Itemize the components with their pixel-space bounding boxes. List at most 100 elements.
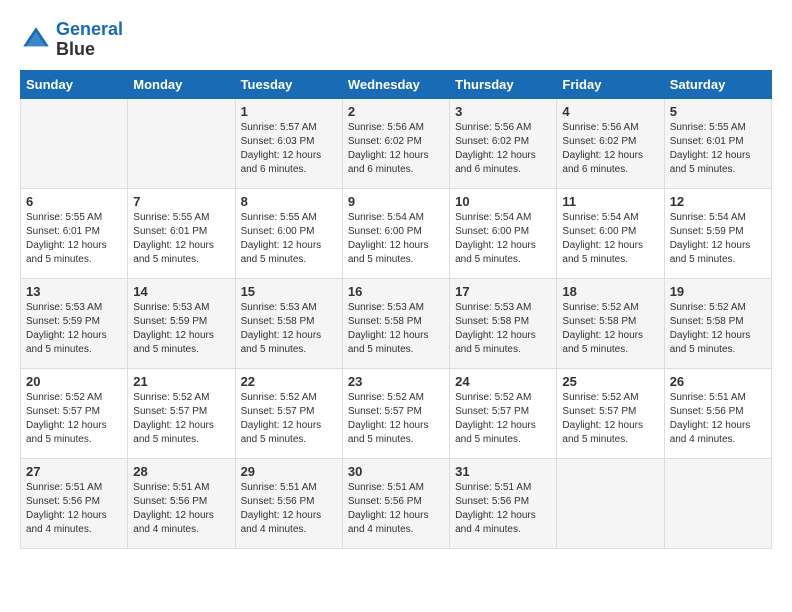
day-info: Sunrise: 5:56 AM Sunset: 6:02 PM Dayligh… xyxy=(562,121,658,177)
day-cell: 29Sunrise: 5:51 AM Sunset: 5:56 PM Dayli… xyxy=(235,458,342,548)
day-number: 12 xyxy=(670,194,766,209)
day-number: 23 xyxy=(348,374,444,389)
day-cell: 28 Sunrise: 5:51 AM Sunset: 5:56 PM Dayli… xyxy=(128,458,235,548)
day-info: Sunrise: 5:53 AM Sunset: 5:59 PM Dayligh… xyxy=(133,301,229,357)
day-cell: 13 Sunrise: 5:53 AM Sunset: 5:59 PM Dayli… xyxy=(21,278,128,368)
page-header: General Blue xyxy=(20,20,772,60)
day-cell: 19 Sunrise: 5:52 AM Sunset: 5:58 PM Dayli… xyxy=(664,278,771,368)
day-number: 25 xyxy=(562,374,658,389)
day-info: Sunrise: 5:56 AM Sunset: 6:02 PM Dayligh… xyxy=(455,121,551,177)
calendar-table: SundayMondayTuesdayWednesdayThursdayFrid… xyxy=(20,70,772,549)
week-row-5: 27 Sunrise: 5:51 AM Sunset: 5:56 PM Dayli… xyxy=(21,458,772,548)
day-cell: 17Sunrise: 5:53 AM Sunset: 5:58 PM Dayli… xyxy=(450,278,557,368)
day-info: Sunrise: 5:53 AM Sunset: 5:59 PM Dayligh… xyxy=(26,301,122,357)
day-info: Sunrise: 5:54 AM Sunset: 6:00 PM Dayligh… xyxy=(348,211,444,267)
day-cell: 20 Sunrise: 5:52 AM Sunset: 5:57 PM Dayli… xyxy=(21,368,128,458)
day-cell: 11Sunrise: 5:54 AM Sunset: 6:00 PM Dayli… xyxy=(557,188,664,278)
day-number: 19 xyxy=(670,284,766,299)
header-cell-wednesday: Wednesday xyxy=(342,70,449,98)
day-info: Sunrise: 5:55 AM Sunset: 6:01 PM Dayligh… xyxy=(133,211,229,267)
day-number: 8 xyxy=(241,194,337,209)
header-cell-saturday: Saturday xyxy=(664,70,771,98)
day-number: 16 xyxy=(348,284,444,299)
day-number: 29 xyxy=(241,464,337,479)
header-cell-monday: Monday xyxy=(128,70,235,98)
day-cell: 3 Sunrise: 5:56 AM Sunset: 6:02 PM Daylig… xyxy=(450,98,557,188)
day-number: 4 xyxy=(562,104,658,119)
day-info: Sunrise: 5:55 AM Sunset: 6:01 PM Dayligh… xyxy=(670,121,766,177)
week-row-3: 13 Sunrise: 5:53 AM Sunset: 5:59 PM Dayli… xyxy=(21,278,772,368)
day-cell: 4 Sunrise: 5:56 AM Sunset: 6:02 PM Daylig… xyxy=(557,98,664,188)
day-info: Sunrise: 5:57 AM Sunset: 6:03 PM Dayligh… xyxy=(241,121,337,177)
day-info: Sunrise: 5:52 AM Sunset: 5:57 PM Dayligh… xyxy=(348,391,444,447)
day-cell: 31Sunrise: 5:51 AM Sunset: 5:56 PM Dayli… xyxy=(450,458,557,548)
day-number: 18 xyxy=(562,284,658,299)
day-cell: 27 Sunrise: 5:51 AM Sunset: 5:56 PM Dayli… xyxy=(21,458,128,548)
day-info: Sunrise: 5:54 AM Sunset: 6:00 PM Dayligh… xyxy=(562,211,658,267)
day-number: 15 xyxy=(241,284,337,299)
calendar-body: 1 Sunrise: 5:57 AM Sunset: 6:03 PM Daylig… xyxy=(21,98,772,548)
day-cell: 7 Sunrise: 5:55 AM Sunset: 6:01 PM Daylig… xyxy=(128,188,235,278)
day-cell: 9 Sunrise: 5:54 AM Sunset: 6:00 PM Daylig… xyxy=(342,188,449,278)
day-number: 27 xyxy=(26,464,122,479)
day-number: 24 xyxy=(455,374,551,389)
week-row-4: 20 Sunrise: 5:52 AM Sunset: 5:57 PM Dayli… xyxy=(21,368,772,458)
day-number: 14 xyxy=(133,284,229,299)
week-row-1: 1 Sunrise: 5:57 AM Sunset: 6:03 PM Daylig… xyxy=(21,98,772,188)
day-info: Sunrise: 5:52 AM Sunset: 5:57 PM Dayligh… xyxy=(562,391,658,447)
day-info: Sunrise: 5:53 AM Sunset: 5:58 PM Dayligh… xyxy=(241,301,337,357)
week-row-2: 6Sunrise: 5:55 AM Sunset: 6:01 PM Daylig… xyxy=(21,188,772,278)
day-info: Sunrise: 5:56 AM Sunset: 6:02 PM Dayligh… xyxy=(348,121,444,177)
day-info: Sunrise: 5:52 AM Sunset: 5:58 PM Dayligh… xyxy=(670,301,766,357)
day-cell: 23 Sunrise: 5:52 AM Sunset: 5:57 PM Dayli… xyxy=(342,368,449,458)
day-number: 1 xyxy=(241,104,337,119)
day-info: Sunrise: 5:52 AM Sunset: 5:57 PM Dayligh… xyxy=(241,391,337,447)
day-cell: 26Sunrise: 5:51 AM Sunset: 5:56 PM Dayli… xyxy=(664,368,771,458)
day-info: Sunrise: 5:54 AM Sunset: 6:00 PM Dayligh… xyxy=(455,211,551,267)
day-info: Sunrise: 5:52 AM Sunset: 5:57 PM Dayligh… xyxy=(455,391,551,447)
day-cell: 22 Sunrise: 5:52 AM Sunset: 5:57 PM Dayli… xyxy=(235,368,342,458)
day-info: Sunrise: 5:51 AM Sunset: 5:56 PM Dayligh… xyxy=(133,481,229,537)
logo-icon xyxy=(20,24,52,56)
day-info: Sunrise: 5:55 AM Sunset: 6:00 PM Dayligh… xyxy=(241,211,337,267)
day-number: 9 xyxy=(348,194,444,209)
calendar-header: SundayMondayTuesdayWednesdayThursdayFrid… xyxy=(21,70,772,98)
day-cell: 1 Sunrise: 5:57 AM Sunset: 6:03 PM Daylig… xyxy=(235,98,342,188)
day-cell xyxy=(21,98,128,188)
day-cell: 5 Sunrise: 5:55 AM Sunset: 6:01 PM Daylig… xyxy=(664,98,771,188)
day-number: 3 xyxy=(455,104,551,119)
day-cell: 16 Sunrise: 5:53 AM Sunset: 5:58 PM Dayli… xyxy=(342,278,449,368)
day-cell: 21 Sunrise: 5:52 AM Sunset: 5:57 PM Dayli… xyxy=(128,368,235,458)
day-info: Sunrise: 5:52 AM Sunset: 5:58 PM Dayligh… xyxy=(562,301,658,357)
day-cell: 6Sunrise: 5:55 AM Sunset: 6:01 PM Daylig… xyxy=(21,188,128,278)
day-number: 2 xyxy=(348,104,444,119)
day-number: 22 xyxy=(241,374,337,389)
day-number: 30 xyxy=(348,464,444,479)
logo-text: General Blue xyxy=(56,20,123,60)
day-info: Sunrise: 5:51 AM Sunset: 5:56 PM Dayligh… xyxy=(348,481,444,537)
day-cell: 8 Sunrise: 5:55 AM Sunset: 6:00 PM Daylig… xyxy=(235,188,342,278)
day-info: Sunrise: 5:51 AM Sunset: 5:56 PM Dayligh… xyxy=(26,481,122,537)
day-info: Sunrise: 5:54 AM Sunset: 5:59 PM Dayligh… xyxy=(670,211,766,267)
day-info: Sunrise: 5:52 AM Sunset: 5:57 PM Dayligh… xyxy=(26,391,122,447)
header-cell-sunday: Sunday xyxy=(21,70,128,98)
day-info: Sunrise: 5:52 AM Sunset: 5:57 PM Dayligh… xyxy=(133,391,229,447)
day-number: 17 xyxy=(455,284,551,299)
day-number: 10 xyxy=(455,194,551,209)
day-cell: 14 Sunrise: 5:53 AM Sunset: 5:59 PM Dayli… xyxy=(128,278,235,368)
day-number: 5 xyxy=(670,104,766,119)
day-cell: 2 Sunrise: 5:56 AM Sunset: 6:02 PM Daylig… xyxy=(342,98,449,188)
day-number: 21 xyxy=(133,374,229,389)
day-number: 31 xyxy=(455,464,551,479)
logo: General Blue xyxy=(20,20,123,60)
day-number: 28 xyxy=(133,464,229,479)
day-number: 7 xyxy=(133,194,229,209)
day-info: Sunrise: 5:55 AM Sunset: 6:01 PM Dayligh… xyxy=(26,211,122,267)
day-cell: 15 Sunrise: 5:53 AM Sunset: 5:58 PM Dayli… xyxy=(235,278,342,368)
day-info: Sunrise: 5:53 AM Sunset: 5:58 PM Dayligh… xyxy=(348,301,444,357)
day-cell: 24 Sunrise: 5:52 AM Sunset: 5:57 PM Dayli… xyxy=(450,368,557,458)
day-number: 13 xyxy=(26,284,122,299)
day-number: 20 xyxy=(26,374,122,389)
header-row: SundayMondayTuesdayWednesdayThursdayFrid… xyxy=(21,70,772,98)
day-cell: 12 Sunrise: 5:54 AM Sunset: 5:59 PM Dayli… xyxy=(664,188,771,278)
